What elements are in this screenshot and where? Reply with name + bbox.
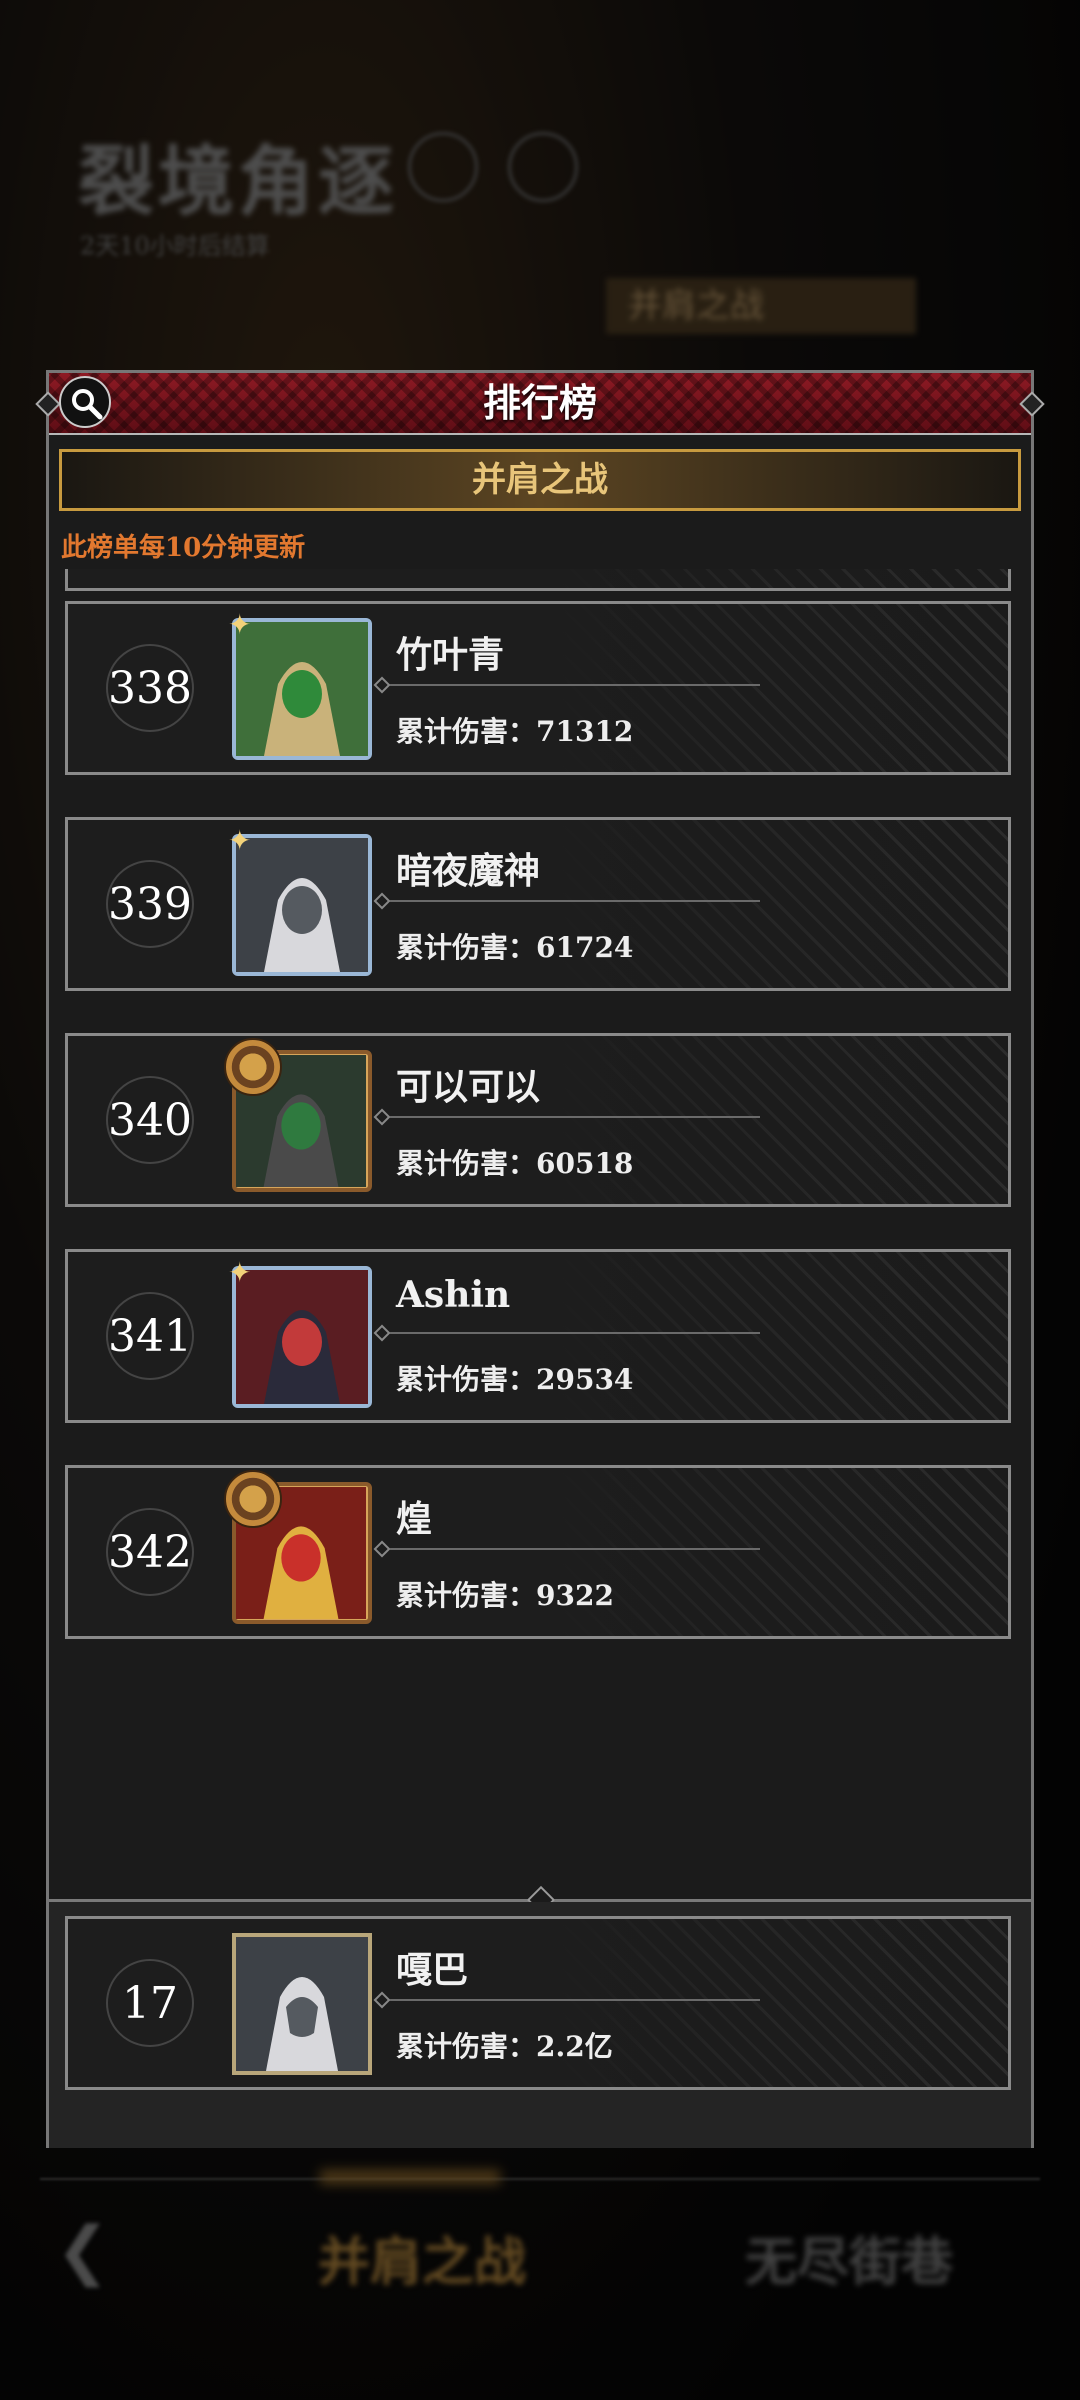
name-underline — [380, 1548, 760, 1550]
player-portrait — [236, 1270, 368, 1404]
damage-total: 累计伤害：61724 — [396, 931, 634, 964]
rank-number: 342 — [106, 1508, 194, 1596]
list-item — [65, 569, 1011, 591]
medal-icon — [224, 1470, 282, 1528]
modal-header: 排行榜 — [35, 373, 1045, 435]
name-underline — [380, 1332, 760, 1334]
damage-total: 累计伤害：29534 — [396, 1363, 634, 1396]
star-badge-icon: ✦ — [228, 824, 252, 857]
player-name: 暗夜魔神 — [396, 850, 541, 892]
damage-total: 累计伤害：71312 — [396, 715, 634, 748]
my-rank-area: 17 嘎巴 累计伤害：2.2亿 — [49, 1902, 1031, 2148]
avatar — [232, 1933, 372, 2075]
damage-total: 累计伤害：60518 — [396, 1147, 634, 1180]
player-name: 煌 — [396, 1498, 433, 1540]
ranking-list[interactable]: 338 ✦ 竹叶青累计伤害：71312 339 ✦ 暗夜魔神累计伤害：61724 340 可以… — [49, 569, 1031, 2079]
damage-total: 累计伤害：2.2亿 — [396, 2030, 613, 2063]
rank-number: 339 — [106, 860, 194, 948]
avatar: ✦ — [228, 1259, 372, 1408]
name-underline — [380, 1116, 760, 1118]
avatar — [224, 1470, 372, 1624]
rank-number: 341 — [106, 1292, 194, 1380]
board-banner: 并肩之战 — [59, 449, 1021, 511]
list-item: 338 ✦ 竹叶青累计伤害：71312 — [65, 601, 1011, 775]
modal-title: 排行榜 — [482, 380, 597, 425]
star-badge-icon: ✦ — [228, 1256, 252, 1289]
player-portrait — [236, 622, 368, 756]
avatar — [224, 1038, 372, 1192]
list-item: 341 ✦ Ashin 累计伤害：29534 — [65, 1249, 1011, 1423]
rank-number: 17 — [106, 1959, 194, 2047]
rank-number: 338 — [106, 644, 194, 732]
leaderboard-modal: 排行榜 并肩之战 此榜单每10分钟更新 338 ✦ 竹叶青累计伤害：71312 339… — [35, 370, 1045, 2148]
player-name: Ashin — [396, 1274, 511, 1316]
my-rank-row: 17 嘎巴 累计伤害：2.2亿 — [65, 1916, 1011, 2090]
list-item: 340 可以可以累计伤害：60518 — [65, 1033, 1011, 1207]
player-portrait — [236, 838, 368, 972]
star-badge-icon: ✦ — [228, 608, 252, 641]
player-name: 竹叶青 — [396, 634, 505, 676]
list-item: 342 煌累计伤害：9322 — [65, 1465, 1011, 1639]
player-portrait — [236, 1937, 368, 2071]
damage-total: 累计伤害：9322 — [396, 1579, 614, 1612]
rank-number: 340 — [106, 1076, 194, 1164]
medal-icon — [224, 1038, 282, 1096]
search-icon — [72, 389, 103, 420]
avatar: ✦ — [228, 827, 372, 976]
list-item: 339 ✦ 暗夜魔神累计伤害：61724 — [65, 817, 1011, 991]
name-underline — [380, 1999, 760, 2001]
player-name: 嘎巴 — [396, 1949, 469, 1991]
player-name: 可以可以 — [396, 1066, 541, 1108]
search-button[interactable] — [59, 376, 111, 428]
board-banner-label: 并肩之战 — [472, 460, 608, 500]
name-underline — [380, 684, 760, 686]
avatar: ✦ — [228, 611, 372, 760]
update-note: 此榜单每10分钟更新 — [61, 533, 306, 563]
name-underline — [380, 900, 760, 902]
